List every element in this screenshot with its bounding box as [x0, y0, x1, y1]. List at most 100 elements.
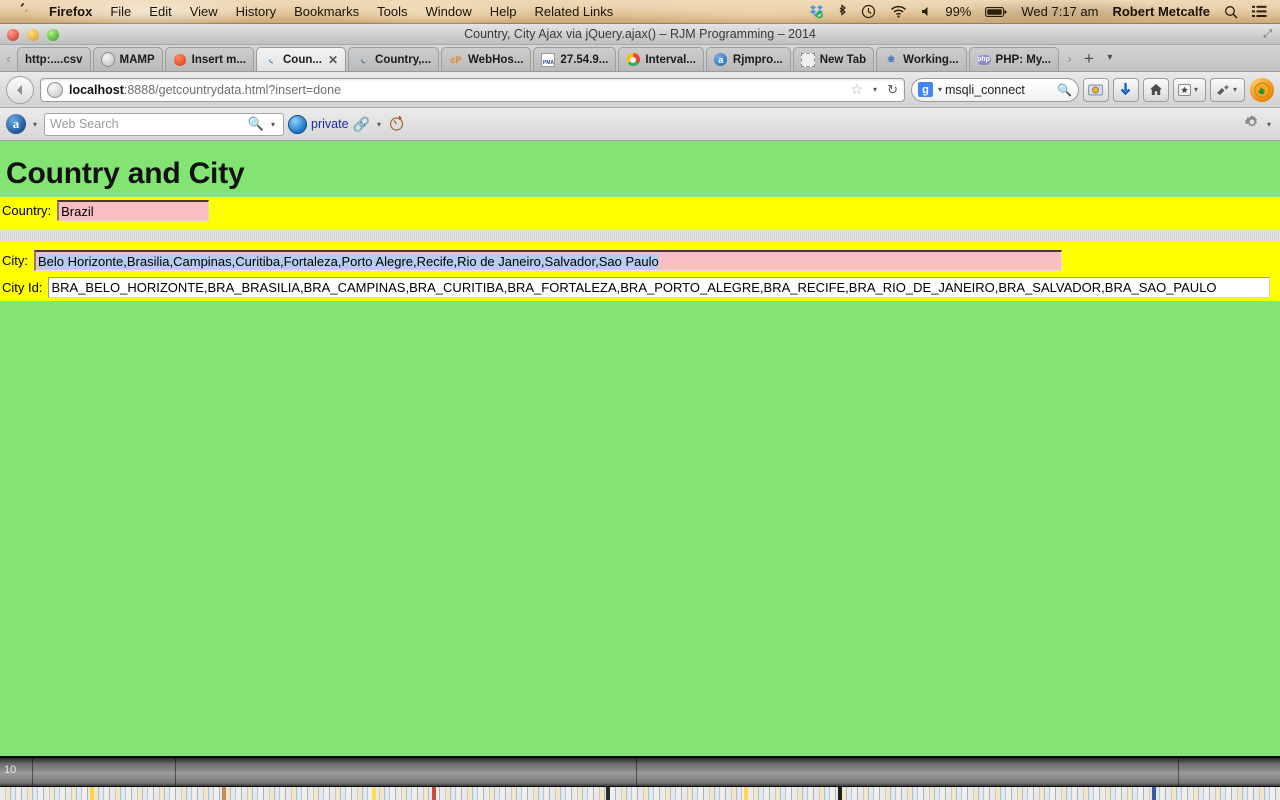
back-arrow-icon [17, 84, 22, 95]
search-icon[interactable]: 🔍 [1057, 83, 1072, 97]
menubar-username[interactable]: Robert Metcalfe [1112, 4, 1210, 19]
private-link[interactable]: private [311, 117, 349, 131]
city-id-input[interactable]: BRA_BELO_HORIZONTE,BRA_BRASILIA,BRA_CAMP… [48, 277, 1271, 298]
url-host: localhost [69, 82, 124, 97]
dock-seam [1178, 758, 1179, 786]
tab-webhost[interactable]: cP WebHos... [441, 47, 532, 71]
time-machine-icon[interactable] [861, 4, 876, 19]
menu-bookmarks[interactable]: Bookmarks [294, 4, 359, 19]
window-thumbnail-strip[interactable] [0, 787, 1280, 800]
country-input[interactable] [57, 200, 210, 221]
url-bar[interactable]: localhost :8888/getcountrydata.html?inse… [40, 77, 905, 102]
stamp-icon[interactable] [388, 114, 405, 134]
thumbnail-accent [1152, 787, 1156, 800]
reload-icon[interactable]: ↻ [887, 82, 898, 98]
tab-scroll-right-button[interactable]: › [1061, 45, 1078, 71]
firefox-button[interactable] [1250, 77, 1274, 102]
battery-icon[interactable] [985, 6, 1007, 18]
download-button[interactable] [1112, 77, 1139, 102]
tab-label: PHP: My... [995, 53, 1051, 66]
thumbnail-accent [432, 787, 436, 800]
tab-coun-active[interactable]: ◟ Coun... ✕ [255, 47, 347, 71]
tab-scroll-left-button[interactable]: ‹ [0, 45, 17, 71]
thumbnail-accent [744, 787, 748, 800]
link-icon[interactable]: 🔗 [353, 116, 370, 133]
city-id-value: BRA_BELO_HORIZONTE,BRA_BRASILIA,BRA_CAMP… [51, 280, 1217, 295]
dock-bar[interactable] [0, 758, 1280, 786]
back-button[interactable] [6, 75, 34, 104]
blank-favicon-icon [800, 52, 815, 67]
seahorse-favicon-icon: ❀ [887, 54, 895, 64]
google-icon[interactable]: g [917, 82, 933, 97]
dropbox-icon[interactable] [809, 4, 824, 19]
tab-insert-m[interactable]: Insert m... [164, 47, 254, 71]
city-input-selected-text: Belo Horizonte,Brasilia,Campinas,Curitib… [38, 254, 659, 269]
notification-center-icon[interactable] [1252, 5, 1267, 18]
search-icon[interactable]: 🔍 [248, 116, 264, 132]
search-bar[interactable]: g ▾ msqli_connect 🔍 [910, 77, 1079, 102]
gear-icon[interactable] [1244, 114, 1260, 134]
chevron-down-icon[interactable]: ▾ [938, 85, 942, 94]
dock-seam [636, 758, 637, 786]
tab-http-csv[interactable]: http:....csv [17, 47, 91, 71]
tab-mamp[interactable]: MAMP [92, 47, 163, 71]
search-icon[interactable] [1224, 5, 1238, 19]
tab-php-myadmin[interactable]: php PHP: My... [968, 47, 1059, 71]
list-all-tabs-button[interactable]: ▾ [1100, 45, 1120, 71]
menu-help[interactable]: Help [490, 4, 517, 19]
desktop-bottom-area: 10 [0, 756, 1280, 800]
city-id-row: City Id: BRA_BELO_HORIZONTE,BRA_BRASILIA… [0, 274, 1280, 301]
menu-related-links[interactable]: Related Links [535, 4, 614, 19]
close-icon[interactable]: ✕ [328, 54, 338, 66]
apple-logo-icon[interactable] [14, 3, 30, 20]
menu-tools[interactable]: Tools [377, 4, 407, 19]
tab-label: 27.54.9... [560, 53, 609, 66]
page-content: Country and City Country: City: Belo Hor… [0, 141, 1280, 756]
city-row: City: Belo Horizonte,Brasilia,Campinas,C… [0, 247, 1280, 274]
tab-label: Country,... [375, 53, 432, 66]
tab-country[interactable]: ◟ Country,... [348, 47, 440, 71]
bookmarks-menu-button[interactable]: ▾ [1172, 77, 1206, 102]
alexa-toolbar-icon[interactable]: a [6, 114, 26, 134]
new-tab-button[interactable]: + [1078, 47, 1100, 71]
menu-file[interactable]: File [110, 4, 131, 19]
screenshot-button[interactable] [1082, 77, 1109, 102]
chevron-down-icon[interactable]: ▾ [271, 120, 275, 129]
tab-ip-27-54-9[interactable]: PMA 27.54.9... [533, 47, 617, 71]
window-title-bar: Country, City Ajax via jQuery.ajax() – R… [0, 24, 1280, 45]
tab-working[interactable]: ❀ Working... [876, 47, 967, 71]
addon-toolbar-button[interactable]: ▾ [1209, 77, 1245, 102]
tab-new-tab[interactable]: New Tab [792, 47, 875, 71]
chevron-down-icon[interactable]: ▾ [1233, 85, 1237, 94]
tab-interval[interactable]: Interval... [618, 47, 704, 71]
web-search-input[interactable]: Web Search 🔍 ▾ [44, 112, 285, 136]
menu-history[interactable]: History [236, 4, 276, 19]
thumbnail-accent [838, 787, 842, 800]
chevron-down-icon[interactable]: ▾ [1267, 120, 1271, 129]
volume-icon[interactable] [921, 5, 931, 18]
star-icon[interactable]: ☆ [850, 81, 863, 98]
menu-firefox[interactable]: Firefox [49, 4, 92, 19]
tab-rjmprogramming[interactable]: a Rjmpro... [705, 47, 791, 71]
chevron-down-icon[interactable]: ▾ [873, 85, 877, 94]
chevron-down-icon[interactable]: ▾ [377, 120, 381, 129]
rjm-favicon-icon: a [714, 53, 728, 67]
chevron-down-icon[interactable]: ▾ [1194, 85, 1198, 94]
globe-icon[interactable] [288, 114, 308, 134]
cpanel-favicon-icon: cP [450, 54, 462, 65]
country-city-form: Country: City: Belo Horizonte,Brasilia,C… [0, 197, 1280, 301]
site-identity-icon[interactable] [47, 81, 63, 98]
menubar-clock[interactable]: Wed 7:17 am [1021, 4, 1098, 19]
wifi-icon[interactable] [890, 5, 907, 18]
chevron-down-icon[interactable]: ▾ [33, 120, 37, 129]
home-button[interactable] [1142, 77, 1169, 102]
city-input[interactable]: Belo Horizonte,Brasilia,Campinas,Curitib… [34, 250, 1062, 271]
country-label: Country: [2, 203, 52, 218]
city-id-label: City Id: [2, 280, 43, 295]
search-bar-value: msqli_connect [944, 82, 1025, 97]
bluetooth-icon[interactable] [838, 4, 847, 19]
menu-window[interactable]: Window [426, 4, 472, 19]
menu-view[interactable]: View [190, 4, 218, 19]
fullscreen-icon[interactable]: ⤢ [1263, 28, 1272, 41]
menu-edit[interactable]: Edit [149, 4, 171, 19]
